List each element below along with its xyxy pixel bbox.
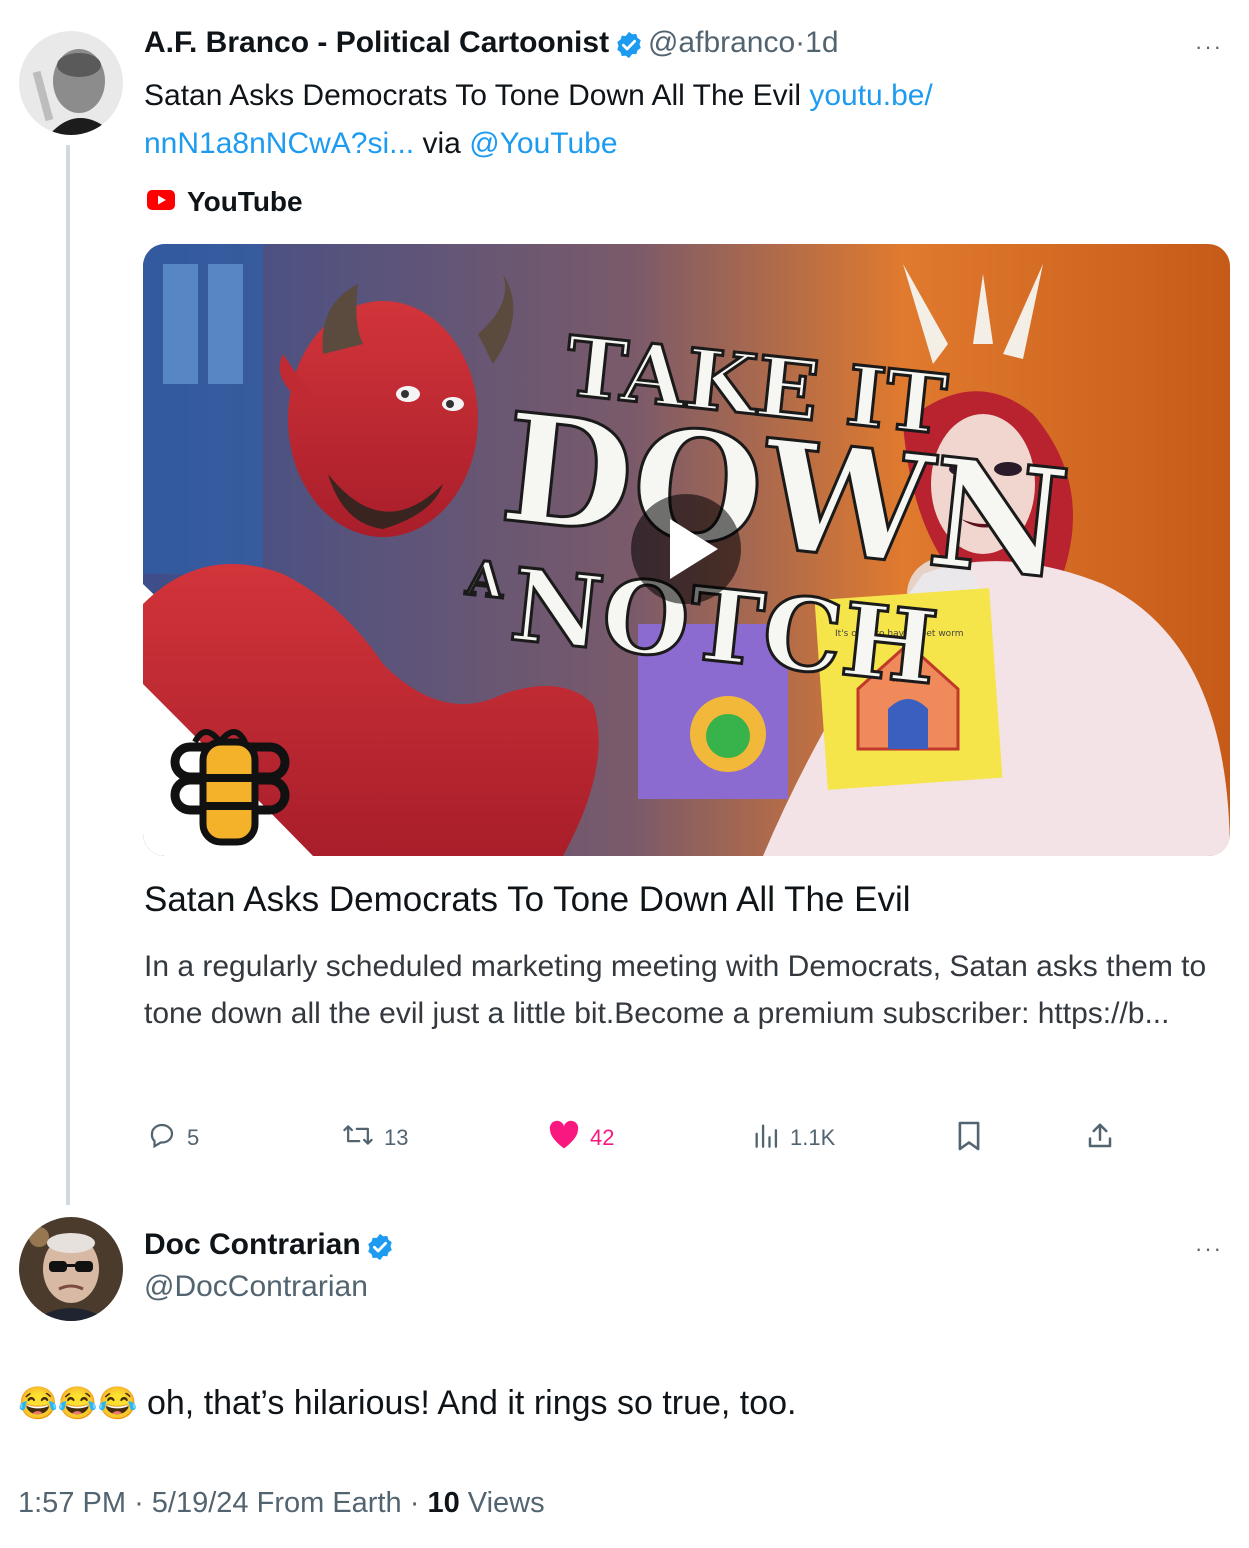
bookmark-button[interactable] (956, 1120, 982, 1158)
share-icon (1085, 1120, 1115, 1158)
verified-badge-icon (614, 30, 644, 65)
tweet-time[interactable]: 1:57 PM (18, 1487, 126, 1519)
thread-line (66, 145, 70, 1205)
tweet-text: Satan Asks Democrats To Tone Down All Th… (144, 72, 1144, 168)
tweet-mention[interactable]: @YouTube (469, 127, 617, 160)
card-title[interactable]: Satan Asks Democrats To Tone Down All Th… (144, 880, 911, 920)
youtube-icon (147, 189, 175, 215)
author-name[interactable]: Doc Contrarian (144, 1228, 361, 1261)
separator-dot: · (795, 26, 806, 59)
tweet-link-part2[interactable]: nnN1a8nNCwA?si... (144, 127, 414, 160)
tweet-meta: 1:57 PM · 5/19/24 From Earth · 10 Views (18, 1487, 545, 1520)
card-source[interactable]: YouTube (147, 186, 303, 218)
avatar[interactable] (19, 1217, 123, 1321)
tweet-link-part1[interactable]: youtu.be/ (809, 79, 932, 112)
author-handle[interactable]: @DocContrarian (144, 1270, 368, 1304)
separator-dot: · (134, 1487, 144, 1519)
card-source-label: YouTube (187, 186, 303, 217)
share-button[interactable] (1085, 1120, 1115, 1158)
avatar[interactable] (19, 31, 123, 135)
tweet-text-main: Satan Asks Democrats To Tone Down All Th… (144, 79, 801, 112)
play-button-icon[interactable] (631, 494, 741, 604)
reply-text: 😂😂😂 oh, that’s hilarious! And it rings s… (18, 1384, 797, 1423)
author-header: A.F. Branco - Political Cartoonist @afbr… (144, 26, 839, 65)
tweet-date[interactable]: 5/19/24 (152, 1487, 249, 1519)
author-name[interactable]: A.F. Branco - Political Cartoonist (144, 26, 609, 59)
more-options-icon[interactable]: ··· (1195, 34, 1223, 60)
retweet-count: 13 (384, 1125, 409, 1150)
more-options-icon[interactable]: ··· (1195, 1236, 1223, 1262)
heart-icon (548, 1120, 580, 1156)
reply-button[interactable]: 5 (147, 1120, 199, 1156)
tweet-source: From Earth (256, 1487, 402, 1519)
reply-icon (147, 1120, 177, 1156)
reply-count: 5 (187, 1125, 200, 1150)
reply-author-header: Doc Contrarian (144, 1228, 395, 1267)
author-handle[interactable]: @afbranco (648, 26, 795, 59)
views-count: 1.1K (790, 1125, 836, 1150)
retweet-button[interactable]: 13 (342, 1120, 408, 1156)
views-count: 10 (427, 1487, 460, 1519)
thumbnail-text-a: A (463, 550, 508, 610)
laughing-emoji-icon: 😂😂😂 (18, 1385, 138, 1421)
like-count: 42 (590, 1125, 615, 1150)
views-chart-icon (752, 1120, 780, 1156)
tweet-age[interactable]: 1d (805, 26, 838, 59)
separator-dot: · (409, 1487, 420, 1519)
views-button[interactable]: 1.1K (752, 1120, 835, 1156)
tweet-via: via (422, 127, 461, 160)
like-button[interactable]: 42 (548, 1120, 614, 1156)
card-description: In a regularly scheduled marketing meeti… (144, 950, 1207, 1030)
retweet-icon (342, 1120, 374, 1156)
video-thumbnail[interactable]: It's okay to have a pet worm WORM TAKE I… (143, 244, 1230, 856)
bookmark-icon (956, 1120, 982, 1158)
verified-badge-icon (365, 1232, 395, 1267)
views-label: Views (467, 1487, 545, 1519)
reply-body: oh, that’s hilarious! And it rings so tr… (146, 1384, 797, 1422)
